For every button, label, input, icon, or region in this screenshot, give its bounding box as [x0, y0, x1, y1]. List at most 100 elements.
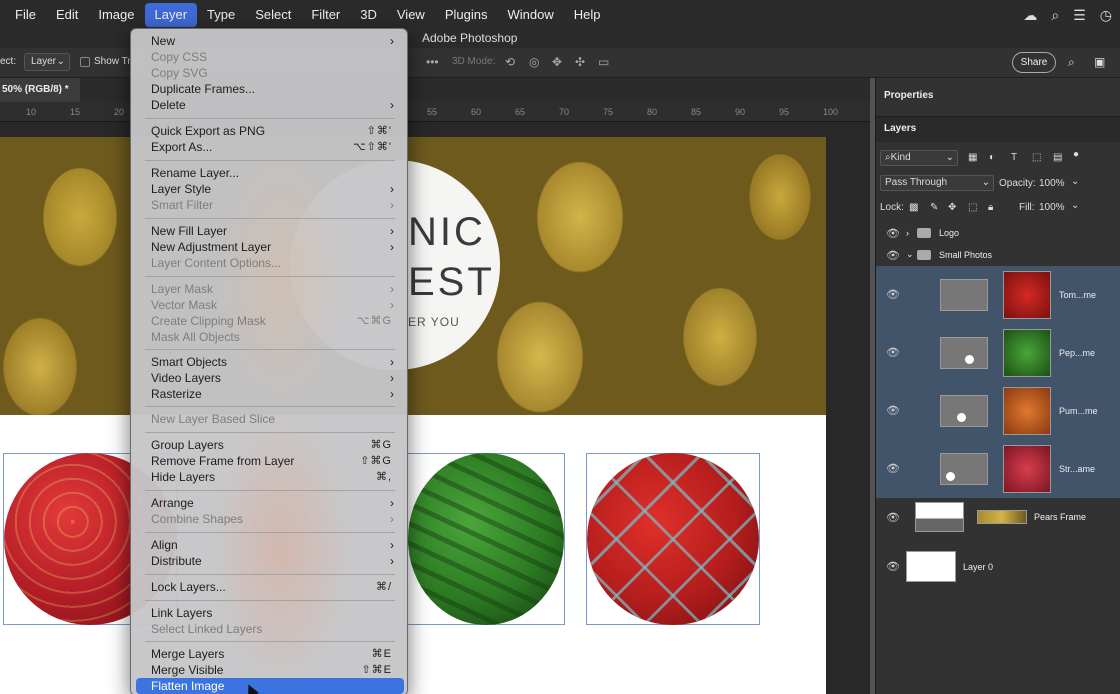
tab-layers[interactable]: Layers: [876, 116, 1120, 142]
lock-all-icon[interactable]: 🔒︎: [988, 202, 993, 213]
visibility-eye-icon[interactable]: 👁︎: [886, 462, 900, 475]
menu-plugins[interactable]: Plugins: [435, 0, 498, 30]
3d-camera-icon[interactable]: ▭: [598, 55, 609, 69]
layer-row-logo[interactable]: 👁︎ › Logo: [876, 222, 1120, 244]
more-options-icon[interactable]: •••: [426, 55, 439, 69]
3d-pan-icon[interactable]: ✥: [552, 55, 562, 69]
visibility-eye-icon[interactable]: 👁︎: [886, 560, 900, 573]
3d-slide-icon[interactable]: ✣: [575, 55, 585, 69]
menu-filter[interactable]: Filter: [301, 0, 350, 30]
filter-pixel-icon[interactable]: ▦: [968, 152, 977, 163]
layer-kind-filter[interactable]: ⌕Kind ⌄: [880, 150, 958, 166]
menu-item-layer-style[interactable]: Layer Style ›: [136, 181, 404, 197]
layer-row-layer-0[interactable]: 👁︎ Layer 0: [876, 538, 1120, 594]
menu-item-mask-all-objects: Mask All Objects: [136, 329, 404, 345]
menu-item-smart-objects[interactable]: Smart Objects ›: [136, 354, 404, 370]
menu-item-group-layers[interactable]: Group Layers ⌘G: [136, 437, 404, 453]
spotlight-search-icon[interactable]: ⌕: [1051, 7, 1059, 24]
menu-item-hide-layers[interactable]: Hide Layers ⌘,: [136, 469, 404, 485]
show-transform-checkbox[interactable]: [80, 57, 90, 67]
menu-item-arrange[interactable]: Arrange ›: [136, 495, 404, 511]
collapse-chevron-icon[interactable]: ⌄: [906, 249, 914, 260]
menu-item-video-layers[interactable]: Video Layers ›: [136, 370, 404, 386]
menu-item-rasterize[interactable]: Rasterize ›: [136, 386, 404, 402]
menu-item-new-fill-layer[interactable]: New Fill Layer ›: [136, 223, 404, 239]
visibility-eye-icon[interactable]: 👁︎: [886, 249, 900, 262]
layer-row-pumpkin-frame[interactable]: 👁︎ Pum...me: [876, 382, 1120, 440]
menu-type[interactable]: Type: [197, 0, 245, 30]
menu-item-remove-frame[interactable]: Remove Frame from Layer ⇧⌘G: [136, 453, 404, 469]
menu-item-link-layers[interactable]: Link Layers: [136, 605, 404, 621]
filter-type-icon[interactable]: T: [1011, 152, 1017, 163]
layer-row-pepper-frame[interactable]: 👁︎ Pep...me: [876, 324, 1120, 382]
menu-edit[interactable]: Edit: [46, 0, 88, 30]
lock-artboard-icon[interactable]: ⬚: [968, 202, 977, 213]
visibility-eye-icon[interactable]: 👁︎: [886, 511, 900, 524]
menu-shortcut: ⌘G: [370, 439, 392, 451]
search-icon[interactable]: ⌕: [1068, 55, 1075, 70]
lock-position-icon[interactable]: ✥: [948, 202, 956, 213]
menu-item-merge-visible[interactable]: Merge Visible ⇧⌘E: [136, 662, 404, 678]
menu-window[interactable]: Window: [497, 0, 563, 30]
menu-item-new[interactable]: New ›: [136, 33, 404, 49]
visibility-eye-icon[interactable]: 👁︎: [886, 404, 900, 417]
menu-item-label: Hide Layers: [151, 470, 216, 484]
blend-mode-dropdown[interactable]: Pass Through ⌄: [880, 175, 994, 191]
layer-row-tomato-frame[interactable]: 👁︎ Tom...me: [876, 266, 1120, 324]
share-button[interactable]: Share: [1012, 52, 1056, 73]
menu-item-quick-export-png[interactable]: Quick Export as PNG ⇧⌘': [136, 123, 404, 139]
fill-value[interactable]: 100%: [1039, 202, 1065, 213]
submenu-arrow-icon: ›: [390, 554, 394, 568]
expand-chevron-icon[interactable]: ›: [906, 228, 909, 238]
menu-help[interactable]: Help: [564, 0, 611, 30]
menu-item-merge-layers[interactable]: Merge Layers ⌘E: [136, 646, 404, 662]
menu-image[interactable]: Image: [88, 0, 144, 30]
menu-item-duplicate-frames[interactable]: Duplicate Frames...: [136, 81, 404, 97]
visibility-eye-icon[interactable]: 👁︎: [886, 346, 900, 359]
menu-item-delete[interactable]: Delete ›: [136, 97, 404, 113]
creative-cloud-icon[interactable]: ☁: [1023, 7, 1037, 24]
chevron-down-icon[interactable]: ⌄: [1071, 200, 1079, 211]
menu-item-export-as[interactable]: Export As... ⌥⇧⌘': [136, 139, 404, 155]
menu-item-label: New Adjustment Layer: [151, 240, 272, 254]
ruler-tick: 20: [114, 107, 125, 117]
filter-adjustment-icon[interactable]: ◐: [989, 152, 995, 163]
menu-view[interactable]: View: [387, 0, 435, 30]
3d-roll-icon[interactable]: ◎: [529, 55, 539, 69]
filter-shape-icon[interactable]: ⬚: [1032, 152, 1041, 163]
tab-properties[interactable]: Properties: [876, 90, 1120, 112]
clock-icon[interactable]: ◷: [1100, 7, 1112, 24]
visibility-eye-icon[interactable]: 👁︎: [886, 227, 900, 240]
menu-item-rename-layer[interactable]: Rename Layer...: [136, 165, 404, 181]
auto-select-dropdown[interactable]: Layer ⌄: [24, 53, 70, 71]
menu-layer[interactable]: Layer: [144, 3, 198, 27]
lock-transparent-icon[interactable]: ▩: [909, 202, 918, 213]
workspace-icon[interactable]: ▣: [1094, 55, 1105, 69]
menu-item-flatten-image[interactable]: Flatten Image: [136, 678, 404, 694]
3d-orbit-icon[interactable]: ⟲: [505, 55, 515, 69]
menu-item-new-adjustment-layer[interactable]: New Adjustment Layer ›: [136, 239, 404, 255]
menu-3d[interactable]: 3D: [350, 0, 387, 30]
layer-row-pears-frame[interactable]: 👁︎ Pears Frame: [876, 498, 1120, 538]
mask-dot: [946, 472, 955, 481]
menu-item-distribute[interactable]: Distribute ›: [136, 553, 404, 569]
opacity-value[interactable]: 100%: [1039, 178, 1065, 189]
control-center-icon[interactable]: ☰: [1073, 7, 1086, 24]
layer-name: Pears Frame: [1034, 512, 1087, 522]
chevron-down-icon[interactable]: ⌄: [1071, 176, 1079, 187]
mask-dot: [965, 355, 974, 364]
menu-item-lock-layers[interactable]: Lock Layers... ⌘/: [136, 579, 404, 595]
layer-row-strawberry-frame[interactable]: 👁︎ Str...ame: [876, 440, 1120, 498]
lock-image-icon[interactable]: ✎: [930, 202, 938, 213]
menu-item-align[interactable]: Align ›: [136, 537, 404, 553]
menu-item-label: Align: [151, 538, 178, 552]
document-tab[interactable]: 50% (RGB/8) *: [0, 78, 80, 102]
menu-select[interactable]: Select: [245, 0, 301, 30]
filter-toggle-icon[interactable]: ●: [1073, 149, 1079, 160]
layer-menu-dropdown: New › Copy CSS Copy SVG Duplicate Frames.…: [130, 28, 408, 694]
layer-row-small-photos[interactable]: 👁︎ ⌄ Small Photos: [876, 244, 1120, 266]
filter-smart-object-icon[interactable]: ▤: [1053, 152, 1062, 163]
menu-file[interactable]: File: [5, 0, 46, 30]
artboard[interactable]: NIC EST ER YOU: [0, 137, 826, 694]
visibility-eye-icon[interactable]: 👁︎: [886, 288, 900, 301]
